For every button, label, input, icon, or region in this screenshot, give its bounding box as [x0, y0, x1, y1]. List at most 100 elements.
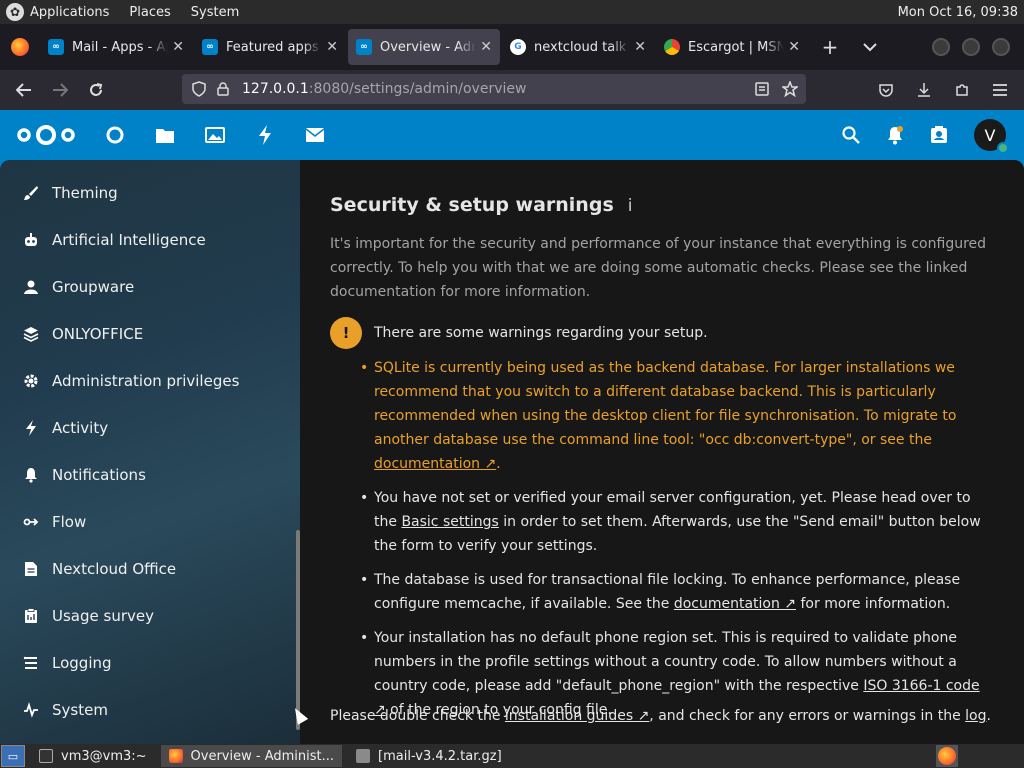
menu-places[interactable]: Places: [129, 5, 170, 20]
sidebar-item-theming[interactable]: Theming: [0, 171, 300, 215]
browser-tab-active[interactable]: ∞ Overview - Adm ✕: [348, 29, 500, 65]
gnome-foot-icon[interactable]: ✿: [6, 3, 24, 21]
nextcloud-icon: ∞: [48, 39, 64, 55]
warning-badge: !: [330, 317, 362, 349]
bookmark-star-icon[interactable]: [782, 81, 798, 97]
firefox-view-button[interactable]: [0, 24, 40, 70]
shield-icon[interactable]: [192, 81, 206, 97]
browser-tab[interactable]: ∞ Featured apps - ✕: [194, 29, 346, 65]
page-info-icon[interactable]: [216, 82, 230, 96]
taskbar-item-terminal[interactable]: vm3@vm3:~: [31, 745, 155, 767]
firefox-launcher[interactable]: [936, 745, 958, 767]
mail-icon: [305, 128, 325, 142]
new-tab-button[interactable]: +: [810, 29, 850, 65]
maximize-button[interactable]: [962, 38, 980, 56]
log-link[interactable]: log: [965, 708, 986, 724]
sidebar-item-nextcloud-office[interactable]: Nextcloud Office: [0, 547, 300, 591]
info-icon[interactable]: i: [628, 196, 633, 216]
sidebar-item-flow[interactable]: Flow: [0, 500, 300, 544]
clock[interactable]: Mon Oct 16, 09:38: [898, 5, 1018, 20]
reader-view-icon[interactable]: [754, 81, 770, 97]
tab-label: Mail - Apps - Ap: [72, 39, 169, 55]
clipboard-icon: [22, 607, 40, 625]
contacts-icon[interactable]: [930, 126, 948, 144]
menu-system[interactable]: System: [191, 5, 239, 20]
window-controls: [932, 38, 1010, 56]
terminal-icon: [39, 749, 53, 763]
taskbar-item-archive[interactable]: [mail-v3.4.2.tar.gz]: [348, 745, 510, 767]
pocket-button[interactable]: [868, 74, 904, 106]
tab-label: Escargot | MSN: [688, 39, 785, 55]
minimize-button[interactable]: [932, 38, 950, 56]
nextcloud-icon: ∞: [202, 39, 218, 55]
search-icon[interactable]: [842, 126, 860, 144]
activity-app-button[interactable]: [240, 110, 290, 160]
close-icon[interactable]: ✕: [634, 39, 646, 55]
list-icon: [22, 654, 40, 672]
sidebar-item-logging[interactable]: Logging: [0, 641, 300, 685]
browser-tab[interactable]: ∞ Mail - Apps - Ap ✕: [40, 29, 192, 65]
document-icon: [22, 560, 40, 578]
mail-app-button[interactable]: [290, 110, 340, 160]
installation-guides-link[interactable]: installation guides ↗: [505, 708, 649, 724]
extensions-button[interactable]: [944, 74, 980, 106]
sidebar-item-label: Artificial Intelligence: [52, 231, 206, 249]
flow-icon: [22, 513, 40, 531]
tab-label: Overview - Adm: [380, 39, 477, 55]
browser-tab[interactable]: G nextcloud talk d ✕: [502, 29, 654, 65]
archive-icon: [356, 749, 371, 763]
dashboard-app-button[interactable]: [90, 110, 140, 160]
note-text: Please double check the: [330, 708, 505, 724]
photos-app-button[interactable]: [190, 110, 240, 160]
taskbar-label: Overview - Administ...: [190, 748, 335, 764]
show-desktop-button[interactable]: ▭: [1, 745, 25, 767]
activity-icon: [259, 125, 271, 145]
sidebar-item-label: Administration privileges: [52, 372, 240, 390]
nextcloud-logo[interactable]: [14, 123, 78, 147]
sidebar-item-label: Groupware: [52, 278, 135, 296]
sidebar-item-activity[interactable]: Activity: [0, 406, 300, 450]
browser-tab[interactable]: Escargot | MSN ✕: [656, 29, 808, 65]
notifications-bell-icon[interactable]: [886, 125, 904, 145]
close-window-button[interactable]: [992, 38, 1010, 56]
layers-icon: [22, 325, 40, 343]
arrow-right-icon: [53, 83, 68, 97]
close-icon[interactable]: ✕: [172, 39, 184, 55]
chevron-down-icon: [863, 43, 877, 52]
navigation-bar: 127.0.0.1:8080/settings/admin/overview: [0, 70, 1024, 110]
sidebar-item-onlyoffice[interactable]: ONLYOFFICE: [0, 312, 300, 356]
sidebar-item-artificial-intelligence[interactable]: Artificial Intelligence: [0, 218, 300, 262]
downloads-button[interactable]: [906, 74, 942, 106]
gnome-top-panel: ✿ Applications Places System Mon Oct 16,…: [0, 0, 1024, 24]
tab-label: nextcloud talk d: [534, 39, 631, 55]
close-icon[interactable]: ✕: [326, 39, 338, 55]
sidebar-item-notifications[interactable]: Notifications: [0, 453, 300, 497]
menu-applications[interactable]: Applications: [30, 5, 109, 20]
person-icon: [22, 278, 40, 296]
menu-button[interactable]: [982, 74, 1018, 106]
reload-button[interactable]: [78, 74, 114, 106]
puzzle-icon: [956, 84, 968, 96]
documentation-link[interactable]: documentation ↗: [374, 456, 496, 472]
back-button[interactable]: [6, 74, 42, 106]
sidebar-item-usage-survey[interactable]: Usage survey: [0, 594, 300, 638]
documentation-link[interactable]: documentation ↗: [674, 596, 796, 612]
sidebar-item-system[interactable]: System: [0, 688, 300, 732]
online-status-indicator: [997, 142, 1009, 154]
sidebar-item-groupware[interactable]: Groupware: [0, 265, 300, 309]
forward-button[interactable]: [42, 74, 78, 106]
basic-settings-link[interactable]: Basic settings: [401, 514, 498, 530]
close-icon[interactable]: ✕: [480, 39, 492, 55]
nextcloud-header: V: [0, 110, 1024, 160]
installation-guide-note: Please double check the installation gui…: [330, 708, 991, 724]
list-tabs-button[interactable]: [850, 29, 890, 65]
close-icon[interactable]: ✕: [788, 39, 800, 55]
sidebar-item-label: Flow: [52, 513, 87, 531]
gear-icon: [22, 372, 40, 390]
sidebar-item-administration-privileges[interactable]: Administration privileges: [0, 359, 300, 403]
user-avatar[interactable]: V: [974, 119, 1009, 154]
taskbar-item-firefox[interactable]: Overview - Administ...: [160, 745, 343, 767]
url-bar[interactable]: 127.0.0.1:8080/settings/admin/overview: [182, 74, 806, 104]
note-text: , and check for any errors or warnings i…: [649, 708, 966, 724]
files-app-button[interactable]: [140, 110, 190, 160]
